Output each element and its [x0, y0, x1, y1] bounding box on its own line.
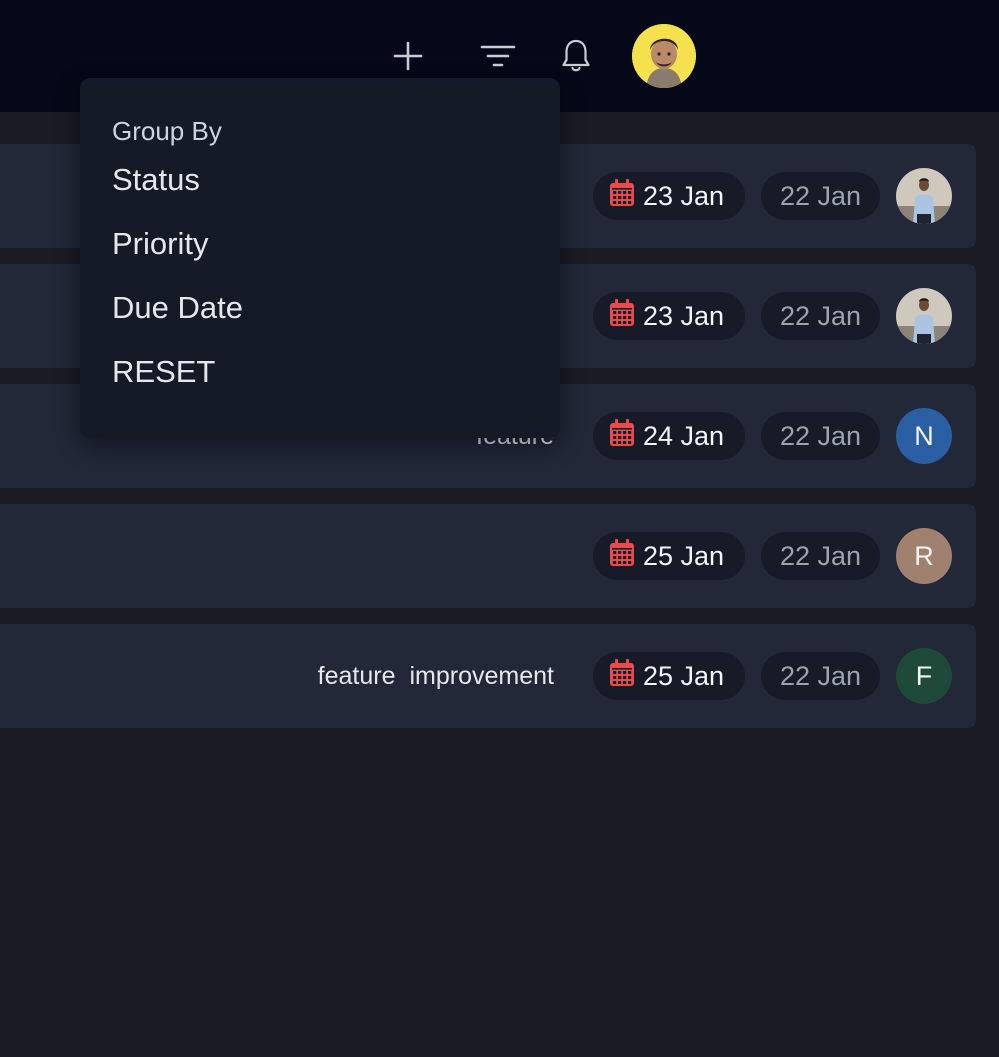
assignee-avatar[interactable]: F: [896, 648, 952, 704]
group-by-priority[interactable]: Priority: [112, 212, 560, 276]
created-date-pill[interactable]: 22 Jan: [761, 292, 880, 340]
calendar-icon: [609, 538, 635, 574]
due-date-label: 25 Jan: [643, 540, 725, 571]
created-date-label: 22 Jan: [779, 660, 862, 691]
group-by-status[interactable]: Status: [112, 148, 560, 212]
task-row[interactable]: feature improvement 25 Jan 22 Jan F: [0, 624, 976, 728]
filter-icon[interactable]: [478, 36, 518, 76]
group-by-menu: Group By Status Priority Due Date RESET: [80, 78, 560, 438]
due-date-pill[interactable]: 25 Jan: [593, 652, 745, 700]
created-date-pill[interactable]: 22 Jan: [761, 172, 880, 220]
tag-label[interactable]: feature: [318, 662, 396, 691]
group-by-heading: Group By: [112, 116, 222, 146]
created-date-label: 22 Jan: [779, 180, 862, 211]
created-date-label: 22 Jan: [779, 540, 862, 571]
assignee-avatar[interactable]: R: [896, 528, 952, 584]
calendar-icon: [609, 178, 635, 214]
group-by-reset[interactable]: RESET: [112, 340, 560, 404]
assignee-initial: R: [914, 540, 934, 571]
task-tags: feature improvement: [318, 624, 554, 728]
due-date-pill[interactable]: 24 Jan: [593, 412, 745, 460]
created-date-pill[interactable]: 22 Jan: [761, 532, 880, 580]
assignee-avatar[interactable]: N: [896, 408, 952, 464]
due-date-pill[interactable]: 23 Jan: [593, 172, 745, 220]
user-avatar[interactable]: [632, 24, 696, 88]
calendar-icon: [609, 658, 635, 694]
created-date-pill[interactable]: 22 Jan: [761, 412, 880, 460]
due-date-label: 25 Jan: [643, 660, 725, 691]
bell-icon[interactable]: [556, 36, 596, 76]
tag-label[interactable]: improvement: [410, 662, 555, 691]
assignee-initial: N: [914, 420, 934, 451]
calendar-icon: [609, 418, 635, 454]
due-date-label: 23 Jan: [643, 300, 725, 331]
created-date-pill[interactable]: 22 Jan: [761, 652, 880, 700]
assignee-avatar[interactable]: [896, 168, 952, 224]
calendar-icon: [609, 298, 635, 334]
plus-icon[interactable]: [388, 36, 428, 76]
group-by-due-date[interactable]: Due Date: [112, 276, 560, 340]
due-date-label: 24 Jan: [643, 420, 725, 451]
task-row[interactable]: 25 Jan 22 Jan R: [0, 504, 976, 608]
assignee-initial: F: [915, 660, 933, 691]
due-date-pill[interactable]: 23 Jan: [593, 292, 745, 340]
due-date-pill[interactable]: 25 Jan: [593, 532, 745, 580]
due-date-label: 23 Jan: [643, 180, 725, 211]
assignee-avatar[interactable]: [896, 288, 952, 344]
created-date-label: 22 Jan: [779, 420, 862, 451]
created-date-label: 22 Jan: [779, 300, 862, 331]
